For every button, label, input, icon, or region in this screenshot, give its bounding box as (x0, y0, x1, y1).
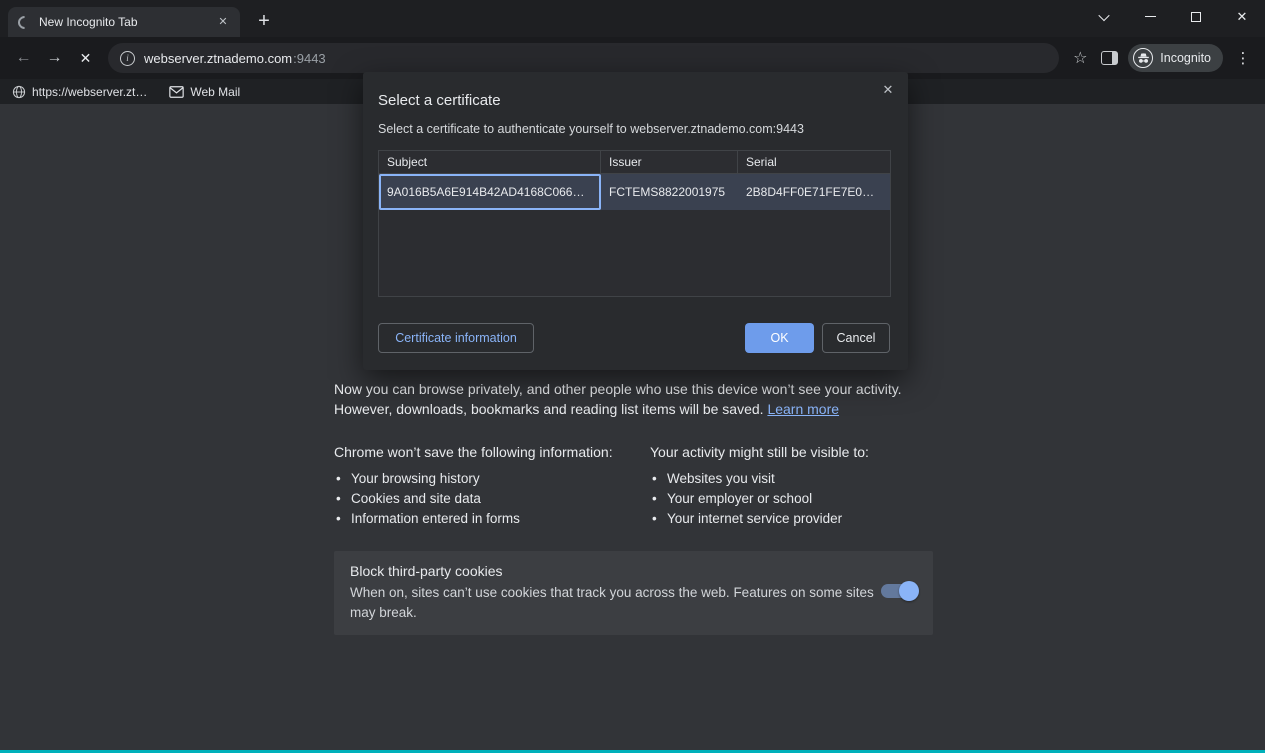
browser-menu-icon[interactable]: ⋮ (1229, 44, 1257, 72)
column-header-serial: Serial (738, 151, 890, 173)
cell-issuer: FCTEMS8822001975 (601, 174, 738, 210)
window-maximize-button[interactable] (1173, 0, 1219, 33)
cancel-button[interactable]: Cancel (822, 323, 890, 353)
learn-more-link[interactable]: Learn more (767, 401, 839, 417)
wont-save-heading: Chrome won’t save the following informat… (334, 444, 634, 460)
tab-new-incognito[interactable]: New Incognito Tab ✕ (8, 7, 240, 37)
incognito-badge: Incognito (1128, 44, 1223, 72)
tab-loading-spinner-icon (15, 13, 33, 31)
tab-title: New Incognito Tab (39, 15, 206, 29)
minimize-icon (1145, 16, 1156, 18)
third-party-cookies-card: Block third-party cookies When on, sites… (334, 551, 933, 635)
incognito-label: Incognito (1160, 51, 1211, 65)
wont-save-list: Your browsing history Cookies and site d… (334, 469, 634, 529)
chevron-down-icon (1098, 9, 1109, 20)
column-header-subject: Subject (379, 151, 601, 173)
close-icon: ✕ (1237, 9, 1248, 25)
dialog-title: Select a certificate (378, 92, 501, 109)
cell-serial: 2B8D4FF0E71FE7E0… (738, 174, 890, 210)
column-header-issuer: Issuer (601, 151, 738, 173)
maximize-icon (1191, 12, 1201, 22)
wont-save-section: Chrome won’t save the following informat… (334, 444, 634, 529)
window-controls: ✕ (1081, 0, 1265, 33)
certificate-table-header: Subject Issuer Serial (379, 151, 890, 174)
block-cookies-toggle[interactable] (881, 584, 917, 598)
bookmark-label: Web Mail (190, 85, 240, 99)
stop-loading-button[interactable]: ✕ (70, 43, 101, 74)
list-item: Information entered in forms (334, 509, 634, 529)
window-minimize-button[interactable] (1127, 0, 1173, 33)
list-item: Websites you visit (650, 469, 950, 489)
side-panel-icon (1101, 51, 1118, 65)
intro-line-1: Now you can browse privately, and other … (334, 381, 902, 397)
list-item: Your employer or school (650, 489, 950, 509)
dialog-subtitle: Select a certificate to authenticate you… (378, 122, 804, 136)
side-panel-button[interactable] (1094, 44, 1124, 72)
url-port: :9443 (293, 51, 326, 66)
incognito-avatar (1133, 48, 1153, 68)
tab-search-chevron-icon[interactable] (1081, 0, 1127, 33)
bookmark-item-webserver[interactable]: https://webserver.zt… (12, 85, 147, 99)
back-button[interactable]: ← (8, 43, 39, 74)
visible-to-list: Websites you visit Your employer or scho… (650, 469, 950, 529)
mail-icon (169, 86, 184, 98)
window-close-button[interactable]: ✕ (1219, 0, 1265, 33)
incognito-intro-text: Now you can browse privately, and other … (334, 379, 954, 419)
certificate-information-button[interactable]: Certificate information (378, 323, 534, 353)
visible-to-heading: Your activity might still be visible to: (650, 444, 950, 460)
new-tab-button[interactable]: + (250, 7, 278, 35)
certificate-row-selected[interactable]: 9A016B5A6E914B42AD4168C066… FCTEMS882200… (379, 174, 890, 210)
dialog-close-icon[interactable]: ✕ (879, 81, 897, 99)
globe-icon (12, 85, 26, 99)
intro-line-2: However, downloads, bookmarks and readin… (334, 401, 764, 417)
bookmark-label: https://webserver.zt… (32, 85, 147, 99)
bookmark-item-webmail[interactable]: Web Mail (169, 85, 240, 99)
tab-close-icon[interactable]: ✕ (214, 13, 232, 31)
cookies-card-description: When on, sites can’t use cookies that tr… (350, 583, 874, 623)
url-host: webserver.ztnademo.com (144, 51, 292, 66)
list-item: Your internet service provider (650, 509, 950, 529)
tab-strip: New Incognito Tab ✕ + ✕ (0, 0, 1265, 37)
visible-to-section: Your activity might still be visible to:… (650, 444, 950, 529)
certificate-table: Subject Issuer Serial 9A016B5A6E914B42AD… (378, 150, 891, 297)
ok-button[interactable]: OK (745, 323, 814, 353)
toggle-knob (899, 581, 919, 601)
cookies-card-title: Block third-party cookies (350, 563, 917, 579)
incognito-icon (1137, 52, 1150, 64)
cell-subject[interactable]: 9A016B5A6E914B42AD4168C066… (379, 174, 601, 210)
forward-button[interactable]: → (39, 43, 70, 74)
list-item: Your browsing history (334, 469, 634, 489)
site-info-icon[interactable]: i (120, 51, 135, 66)
bookmark-star-icon[interactable]: ☆ (1066, 44, 1094, 72)
address-bar[interactable]: i webserver.ztnademo.com :9443 (108, 43, 1059, 73)
list-item: Cookies and site data (334, 489, 634, 509)
select-certificate-dialog: ✕ Select a certificate Select a certific… (363, 72, 908, 370)
